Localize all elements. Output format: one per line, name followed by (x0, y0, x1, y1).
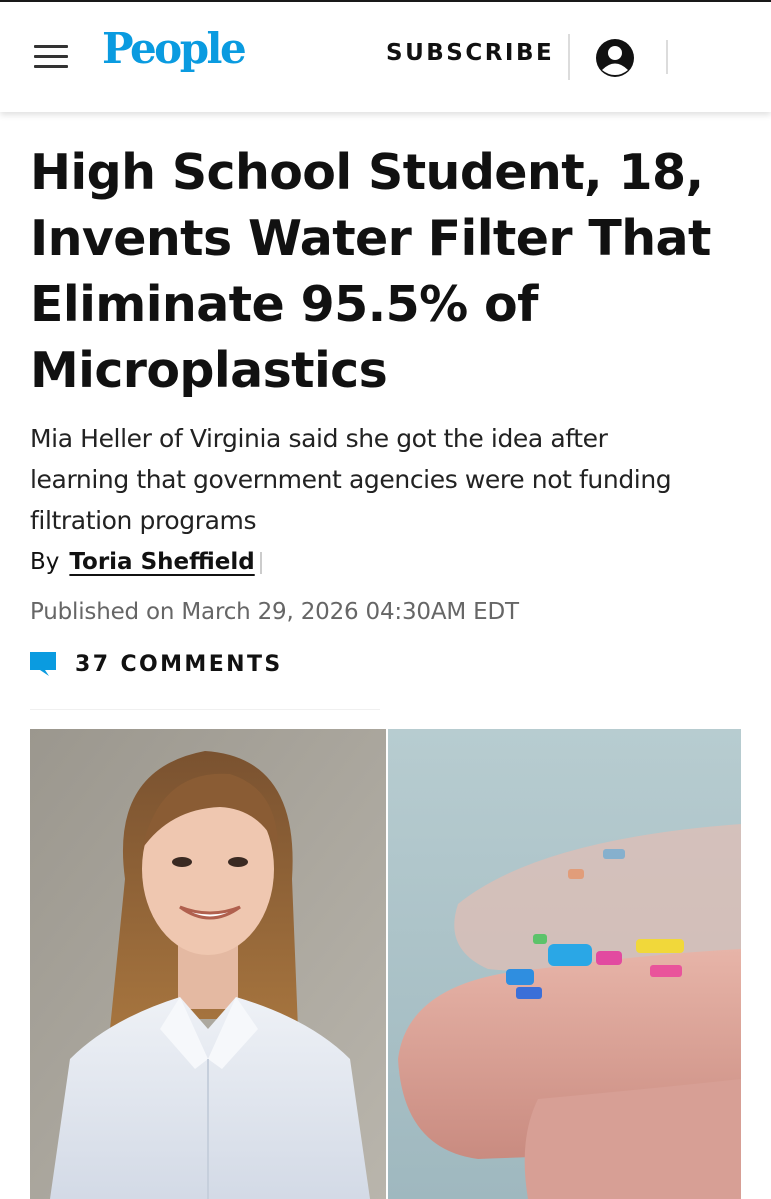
hamburger-menu-icon[interactable] (34, 45, 70, 69)
site-header: People SUBSCRIBE (0, 2, 771, 112)
article-dek: Mia Heller of Virginia said she got the … (30, 418, 750, 541)
article-headline: High School Student, 18, Invents Water F… (30, 140, 750, 404)
byline-divider (260, 552, 262, 574)
dek-line: filtration programs (30, 506, 257, 535)
byline-prefix: By (30, 549, 60, 575)
headline-line: Invents Water Filter That (30, 210, 711, 267)
dek-line: Mia Heller of Virginia said she got the … (30, 424, 608, 453)
publish-date: Published on March 29, 2026 04:30AM EDT (30, 599, 519, 625)
microplastics-on-fingertip-photo (388, 729, 741, 1199)
headline-line: High School Student, 18, (30, 144, 704, 201)
student-portrait-photo (30, 729, 386, 1199)
header-divider (568, 34, 570, 80)
headline-line: Eliminate 95.5% of (30, 276, 538, 333)
byline: By Toria Sheffield (30, 549, 255, 575)
comments-count-label: 37 COMMENTS (75, 652, 283, 677)
account-circle-icon[interactable] (595, 38, 635, 78)
divider (30, 709, 380, 710)
dek-line: learning that government agencies were n… (30, 465, 672, 494)
subscribe-button[interactable]: SUBSCRIBE (386, 40, 554, 66)
people-logo[interactable]: People (102, 24, 247, 73)
headline-line: Microplastics (30, 342, 388, 399)
header-divider-right (666, 40, 668, 74)
comment-bubble-icon (30, 652, 56, 676)
author-link[interactable]: Toria Sheffield (69, 549, 254, 575)
